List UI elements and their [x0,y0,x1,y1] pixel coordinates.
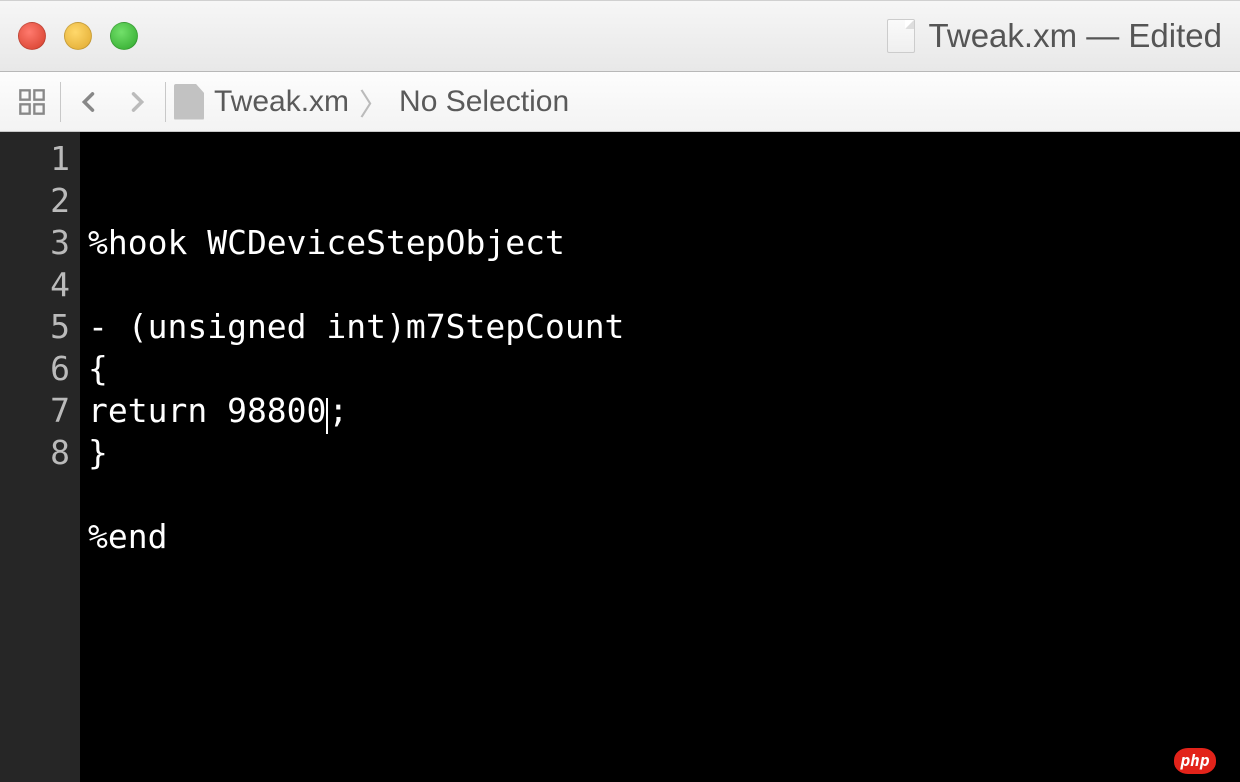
close-window-button[interactable] [18,22,46,50]
code-line[interactable]: { [88,348,1232,390]
line-number-gutter: 12345678 [0,132,80,782]
breadcrumb[interactable]: Tweak.xm 〉 No Selection [174,80,569,124]
chevron-right-icon: 〉 [359,80,389,124]
navigation-bar: Tweak.xm 〉 No Selection [0,72,1240,132]
traffic-lights [18,22,138,50]
php-badge: php [1174,748,1216,774]
nav-forward-button[interactable] [113,82,161,122]
zoom-window-button[interactable] [110,22,138,50]
code-area[interactable]: %hook WCDeviceStepObject - (unsigned int)… [80,132,1240,782]
document-icon [887,19,915,53]
line-number: 6 [18,348,70,390]
line-number: 5 [18,306,70,348]
breadcrumb-file: Tweak.xm [214,85,349,119]
line-number: 7 [18,390,70,432]
nav-separator [60,82,61,122]
nav-separator [165,82,166,122]
window-title: Tweak.xm — Edited [887,17,1222,55]
code-line[interactable]: - (unsigned int)m7StepCount [88,306,1232,348]
nav-back-button[interactable] [65,82,113,122]
breadcrumb-selection: No Selection [399,85,569,119]
code-line[interactable]: } [88,432,1232,474]
file-icon [174,84,204,120]
minimize-window-button[interactable] [64,22,92,50]
code-line[interactable]: %end [88,516,1232,558]
line-number: 2 [18,180,70,222]
code-line[interactable] [88,474,1232,516]
title-filename: Tweak.xm [929,17,1078,54]
title-status: — Edited [1086,17,1222,54]
line-number: 3 [18,222,70,264]
window-titlebar: Tweak.xm — Edited [0,0,1240,72]
code-line[interactable]: %hook WCDeviceStepObject [88,222,1232,264]
line-number: 4 [18,264,70,306]
line-number: 1 [18,138,70,180]
code-editor[interactable]: 12345678 %hook WCDeviceStepObject - (unsi… [0,132,1240,782]
related-items-button[interactable] [8,82,56,122]
line-number: 8 [18,432,70,474]
code-line[interactable]: return 98800; [88,390,1232,432]
code-line[interactable] [88,264,1232,306]
